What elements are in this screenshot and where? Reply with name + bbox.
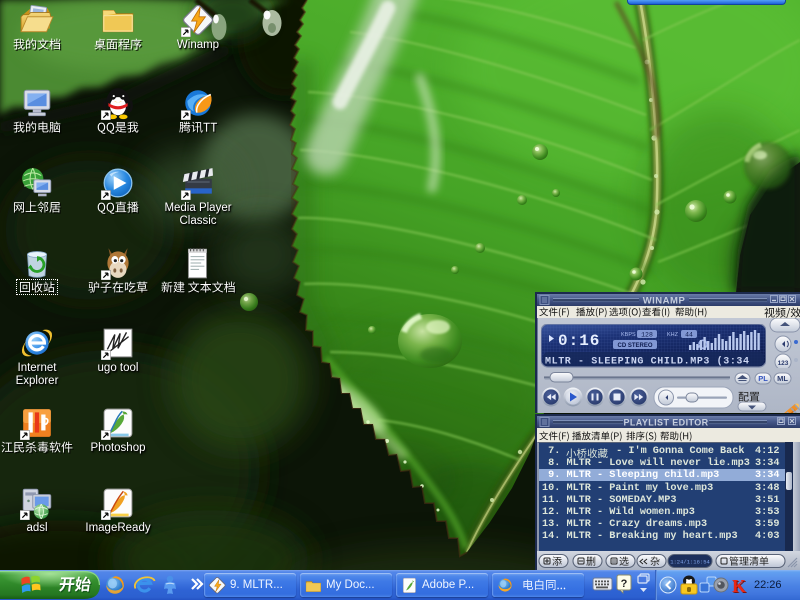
svg-text:PLAYLIST EDITOR: PLAYLIST EDITOR xyxy=(623,418,708,428)
svg-text:K: K xyxy=(732,576,746,596)
svg-text:1:24/1:16:54: 1:24/1:16:54 xyxy=(670,559,710,566)
svg-text:CD STEREO: CD STEREO xyxy=(617,343,652,349)
svg-text:128: 128 xyxy=(641,332,653,339)
svg-text:WINAMP: WINAMP xyxy=(643,296,686,307)
svg-text:?: ? xyxy=(621,578,628,590)
svg-text:KBPS: KBPS xyxy=(621,332,636,338)
svg-text:123: 123 xyxy=(778,360,789,367)
svg-text:44: 44 xyxy=(685,332,693,339)
svg-text:0:16: 0:16 xyxy=(558,332,600,350)
svg-text:MLTR - SLEEPING CHILD.MP3 (3:3: MLTR - SLEEPING CHILD.MP3 (3:34 xyxy=(545,356,750,368)
svg-text:KHZ: KHZ xyxy=(667,332,679,338)
svg-text:ML: ML xyxy=(777,374,788,383)
svg-text:PL: PL xyxy=(758,374,768,383)
